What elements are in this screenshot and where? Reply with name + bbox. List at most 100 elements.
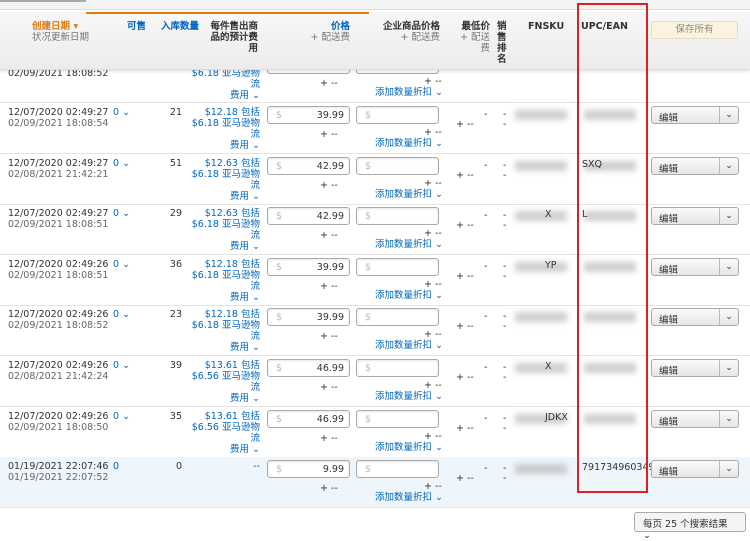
edit-button[interactable]: 编辑 ⌄ — [651, 106, 739, 124]
shipping-value: + -- — [424, 127, 442, 138]
col-rank: 销售排名 — [497, 21, 507, 65]
add-discount-link[interactable]: 添加数量折扣 ⌄ — [375, 492, 443, 503]
edit-button[interactable]: 编辑 ⌄ — [651, 409, 739, 428]
fee-link[interactable]: -- — [185, 461, 260, 483]
chevron-down-icon[interactable]: ⌄ — [719, 461, 738, 478]
fee-link[interactable]: $12.63 包括 $6.18 亚马逊物流 费用 ⌄ — [185, 158, 260, 202]
chevron-down-icon[interactable]: ⌄ — [719, 410, 738, 427]
add-discount-link[interactable]: 添加数量折扣 ⌄ — [375, 340, 443, 351]
fee-link[interactable]: $12.63 包括 $6.18 亚马逊物流 费用 ⌄ — [185, 208, 260, 252]
min-price: - — [484, 362, 488, 373]
business-price-input[interactable]: $ — [356, 106, 439, 124]
shipping-value: + -- — [320, 230, 338, 242]
edit-button[interactable]: 编辑 ⌄ — [651, 460, 739, 479]
business-price-input[interactable]: $ — [356, 460, 439, 479]
add-discount-link[interactable]: 添加数量折扣 ⌄ — [375, 442, 443, 453]
business-price-input[interactable]: $ — [356, 308, 439, 327]
chevron-down-icon[interactable]: ⌄ — [719, 107, 738, 123]
fee-link[interactable]: $13.61 包括 $6.56 亚马逊物流 费用 ⌄ — [185, 360, 260, 404]
fee-link[interactable]: $12.18 包括 $6.18 亚马逊物流 费用 ⌄ — [185, 309, 260, 353]
shipping-value: + -- — [320, 280, 338, 292]
edit-button[interactable]: 编辑 ⌄ — [651, 207, 739, 226]
price-input[interactable]: $39.99 — [267, 257, 350, 276]
price-input[interactable]: $9.99 — [267, 460, 350, 479]
save-all-button[interactable]: 保存所有 — [651, 21, 738, 39]
dollar-sign: $ — [365, 160, 372, 172]
edit-button[interactable]: 编辑 ⌄ — [651, 359, 739, 377]
fnsku-value: YP — [545, 259, 557, 271]
dates: 12/07/2020 02:49:26 02/08/2021 21:42:24 — [8, 360, 109, 382]
tab-indicator — [0, 0, 86, 2]
available-dropdown[interactable]: 0 ⌄ — [113, 360, 130, 371]
business-price-input[interactable]: $ — [356, 359, 439, 377]
dollar-sign: $ — [365, 464, 372, 476]
min-price: - — [484, 260, 488, 272]
price-input[interactable]: $46.99 — [267, 359, 350, 377]
chevron-down-icon[interactable]: ⌄ — [719, 360, 738, 376]
min-price-shipping: + -- — [456, 119, 474, 130]
shipping-value: + -- — [424, 430, 442, 442]
dollar-sign: $ — [365, 413, 372, 425]
fnsku-value: X — [545, 209, 552, 221]
sales-rank: - — [503, 321, 507, 333]
business-price-input[interactable]: $ — [356, 409, 439, 428]
available-dropdown[interactable]: 0 ⌄ — [113, 259, 130, 270]
col-available[interactable]: 可售 — [127, 21, 146, 32]
inbound-qty: 36 — [169, 258, 182, 270]
add-discount-link[interactable]: 添加数量折扣 ⌄ — [375, 138, 443, 149]
add-discount-link[interactable]: 添加数量折扣 ⌄ — [375, 391, 443, 402]
add-discount-link[interactable]: 添加数量折扣 ⌄ — [375, 87, 443, 98]
price-input[interactable]: $42.99 — [267, 156, 350, 175]
price-input[interactable]: $42.99 — [267, 207, 350, 226]
dates: 12/07/2020 02:49:26 02/09/2021 18:08:51 — [8, 258, 109, 281]
fee-link[interactable]: $12.18 包括 $6.18 亚马逊物流 费用 ⌄ — [185, 259, 260, 303]
available-dropdown[interactable]: 0 ⌄ — [113, 411, 130, 422]
dollar-sign: $ — [276, 312, 283, 324]
chevron-down-icon[interactable]: ⌄ — [719, 309, 738, 326]
min-price: - — [484, 210, 488, 222]
price-input[interactable]: $46.99 — [267, 409, 350, 428]
available-dropdown[interactable]: 0 ⌄ — [113, 107, 130, 118]
col-inbound[interactable]: 入库数量 — [161, 21, 199, 32]
chevron-down-icon[interactable]: ⌄ — [719, 258, 738, 275]
available-dropdown[interactable]: 0 ⌄ — [113, 309, 130, 320]
fee-link[interactable]: $12.18 包括 $6.18 亚马逊物流 费用 ⌄ — [185, 107, 260, 151]
edit-button[interactable]: 编辑 ⌄ — [651, 308, 739, 327]
chevron-down-icon[interactable]: ⌄ — [719, 157, 738, 174]
available-dropdown[interactable]: 0 ⌄ — [113, 158, 130, 169]
price-input[interactable]: $39.99 — [267, 308, 350, 327]
dollar-sign: $ — [276, 413, 283, 425]
sales-rank: - — [503, 473, 507, 485]
edit-button[interactable]: 编辑 ⌄ — [651, 257, 739, 276]
per-page-select[interactable]: 每页 25 个搜索结果 ⌄ — [634, 512, 746, 541]
add-discount-link[interactable]: 添加数量折扣 ⌄ — [375, 189, 443, 200]
sales-rank: - — [503, 119, 507, 130]
shipping-value: + -- — [424, 76, 442, 87]
shipping-value: + -- — [424, 329, 442, 341]
inbound-qty: 51 — [169, 157, 182, 169]
dollar-sign: $ — [276, 261, 283, 273]
available-dropdown[interactable]: 0 ⌄ — [113, 208, 130, 219]
col-price[interactable]: 价格 + 配送费 — [300, 21, 350, 43]
edit-button[interactable]: 编辑 ⌄ — [651, 156, 739, 175]
business-price-input[interactable]: $ — [356, 156, 439, 175]
dollar-sign: $ — [365, 211, 372, 223]
min-price-shipping: + -- — [456, 169, 474, 181]
add-discount-link[interactable]: 添加数量折扣 ⌄ — [375, 239, 443, 250]
col-created[interactable]: 创建日期 ▾ 状况更新日期 — [32, 21, 89, 43]
dates: 12/07/2020 02:49:27 02/09/2021 18:08:51 — [8, 208, 109, 231]
fnsku-blurred — [515, 261, 567, 272]
business-price-input[interactable]: $ — [356, 257, 439, 276]
business-price-input[interactable]: $ — [356, 207, 439, 226]
sales-rank: - — [503, 372, 507, 383]
chevron-down-icon[interactable]: ⌄ — [719, 208, 738, 225]
shipping-value: + -- — [320, 331, 338, 343]
fnsku-value: X — [545, 361, 552, 372]
add-discount-link[interactable]: 添加数量折扣 ⌄ — [375, 290, 443, 301]
price-input[interactable]: $39.99 — [267, 106, 350, 124]
fee-link[interactable]: $13.61 包括 $6.56 亚马逊物流 费用 ⌄ — [185, 411, 260, 455]
fnsku-blurred — [515, 110, 567, 120]
shipping-value: + -- — [320, 129, 338, 140]
fee-link[interactable]: $6.18 亚马逊物流 费用 ⌄ — [185, 68, 260, 101]
available-dropdown[interactable]: 0 — [113, 461, 119, 472]
